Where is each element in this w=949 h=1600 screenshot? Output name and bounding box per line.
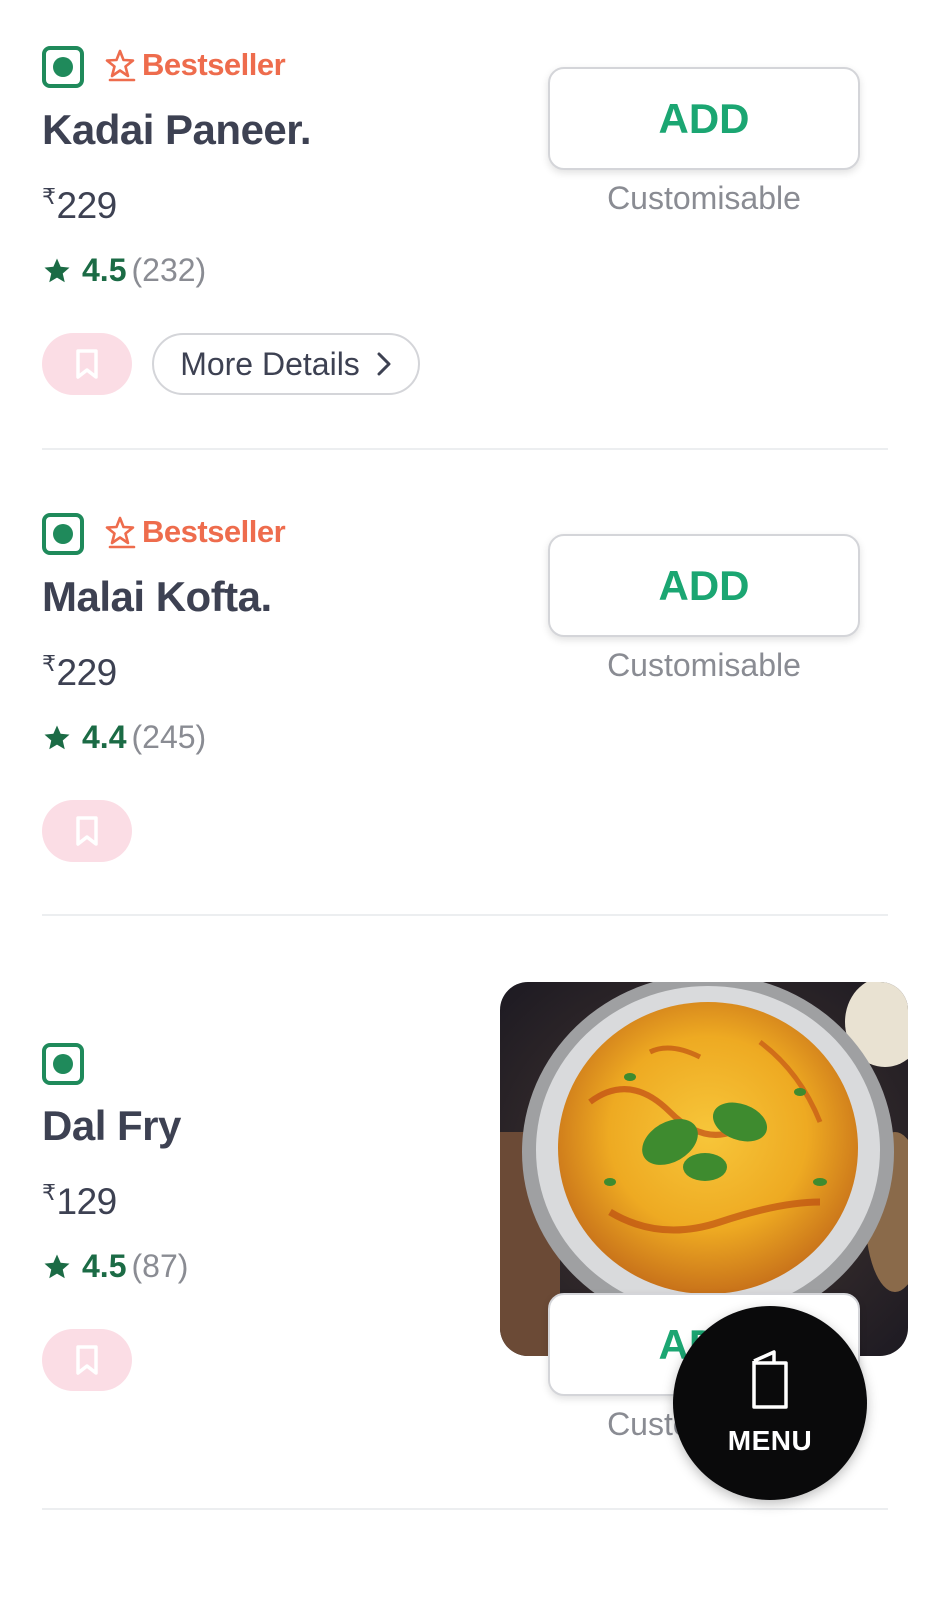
bookmark-button[interactable] — [42, 1329, 132, 1391]
menu-fab-label: MENU — [727, 1425, 813, 1456]
veg-indicator-icon — [42, 1043, 84, 1085]
item-rating: 4.5 (232) — [42, 252, 206, 289]
rating-value: 4.4 — [82, 719, 127, 755]
bestseller-star-icon — [105, 49, 136, 82]
veg-indicator-icon — [42, 46, 84, 88]
item-price: ₹129 — [42, 1180, 117, 1223]
rating-count: (245) — [131, 719, 207, 755]
bestseller-label: Bestseller — [142, 514, 286, 549]
menu-book-icon — [752, 1350, 788, 1409]
item-name: Malai Kofta. — [42, 573, 272, 620]
rating-count: (87) — [131, 1248, 189, 1284]
item-divider — [42, 1508, 888, 1510]
currency-symbol: ₹ — [42, 184, 56, 209]
item-rating: 4.4 (245) — [42, 719, 206, 756]
rating-count: (232) — [131, 252, 207, 288]
menu-fab-button[interactable]: MENU — [673, 1306, 867, 1500]
bestseller-badge: Bestseller — [104, 514, 286, 550]
bestseller-badge: Bestseller — [104, 47, 286, 83]
bookmark-icon — [76, 349, 98, 379]
bookmark-button[interactable] — [42, 333, 132, 395]
customisable-label: Customisable — [607, 647, 801, 683]
currency-symbol: ₹ — [42, 651, 56, 676]
chevron-right-icon — [376, 351, 392, 377]
more-details-button[interactable]: More Details — [152, 333, 420, 395]
star-icon — [44, 725, 70, 749]
item-name: Kadai Paneer. — [42, 106, 311, 153]
item-price: ₹229 — [42, 184, 117, 227]
bookmark-icon — [76, 816, 98, 846]
add-button[interactable]: ADD — [548, 534, 860, 637]
bestseller-label: Bestseller — [142, 47, 286, 82]
currency-symbol: ₹ — [42, 1180, 56, 1205]
bestseller-star-icon — [105, 516, 136, 549]
item-divider — [42, 448, 888, 450]
item-name: Dal Fry — [42, 1102, 181, 1149]
price-value: 229 — [56, 185, 118, 226]
rating-value: 4.5 — [82, 1248, 127, 1284]
bookmark-button[interactable] — [42, 800, 132, 862]
customisable-label: Customisable — [607, 180, 801, 216]
add-button[interactable]: ADD — [548, 67, 860, 170]
item-divider — [42, 914, 888, 916]
star-icon — [44, 258, 70, 282]
veg-indicator-icon — [42, 513, 84, 555]
more-details-label: More Details — [180, 345, 360, 382]
item-price: ₹229 — [42, 651, 117, 694]
rating-value: 4.5 — [82, 252, 127, 288]
item-rating: 4.5 (87) — [42, 1248, 188, 1285]
price-value: 229 — [56, 652, 118, 693]
price-value: 129 — [56, 1181, 118, 1222]
star-icon — [44, 1254, 70, 1278]
bookmark-icon — [76, 1345, 98, 1375]
